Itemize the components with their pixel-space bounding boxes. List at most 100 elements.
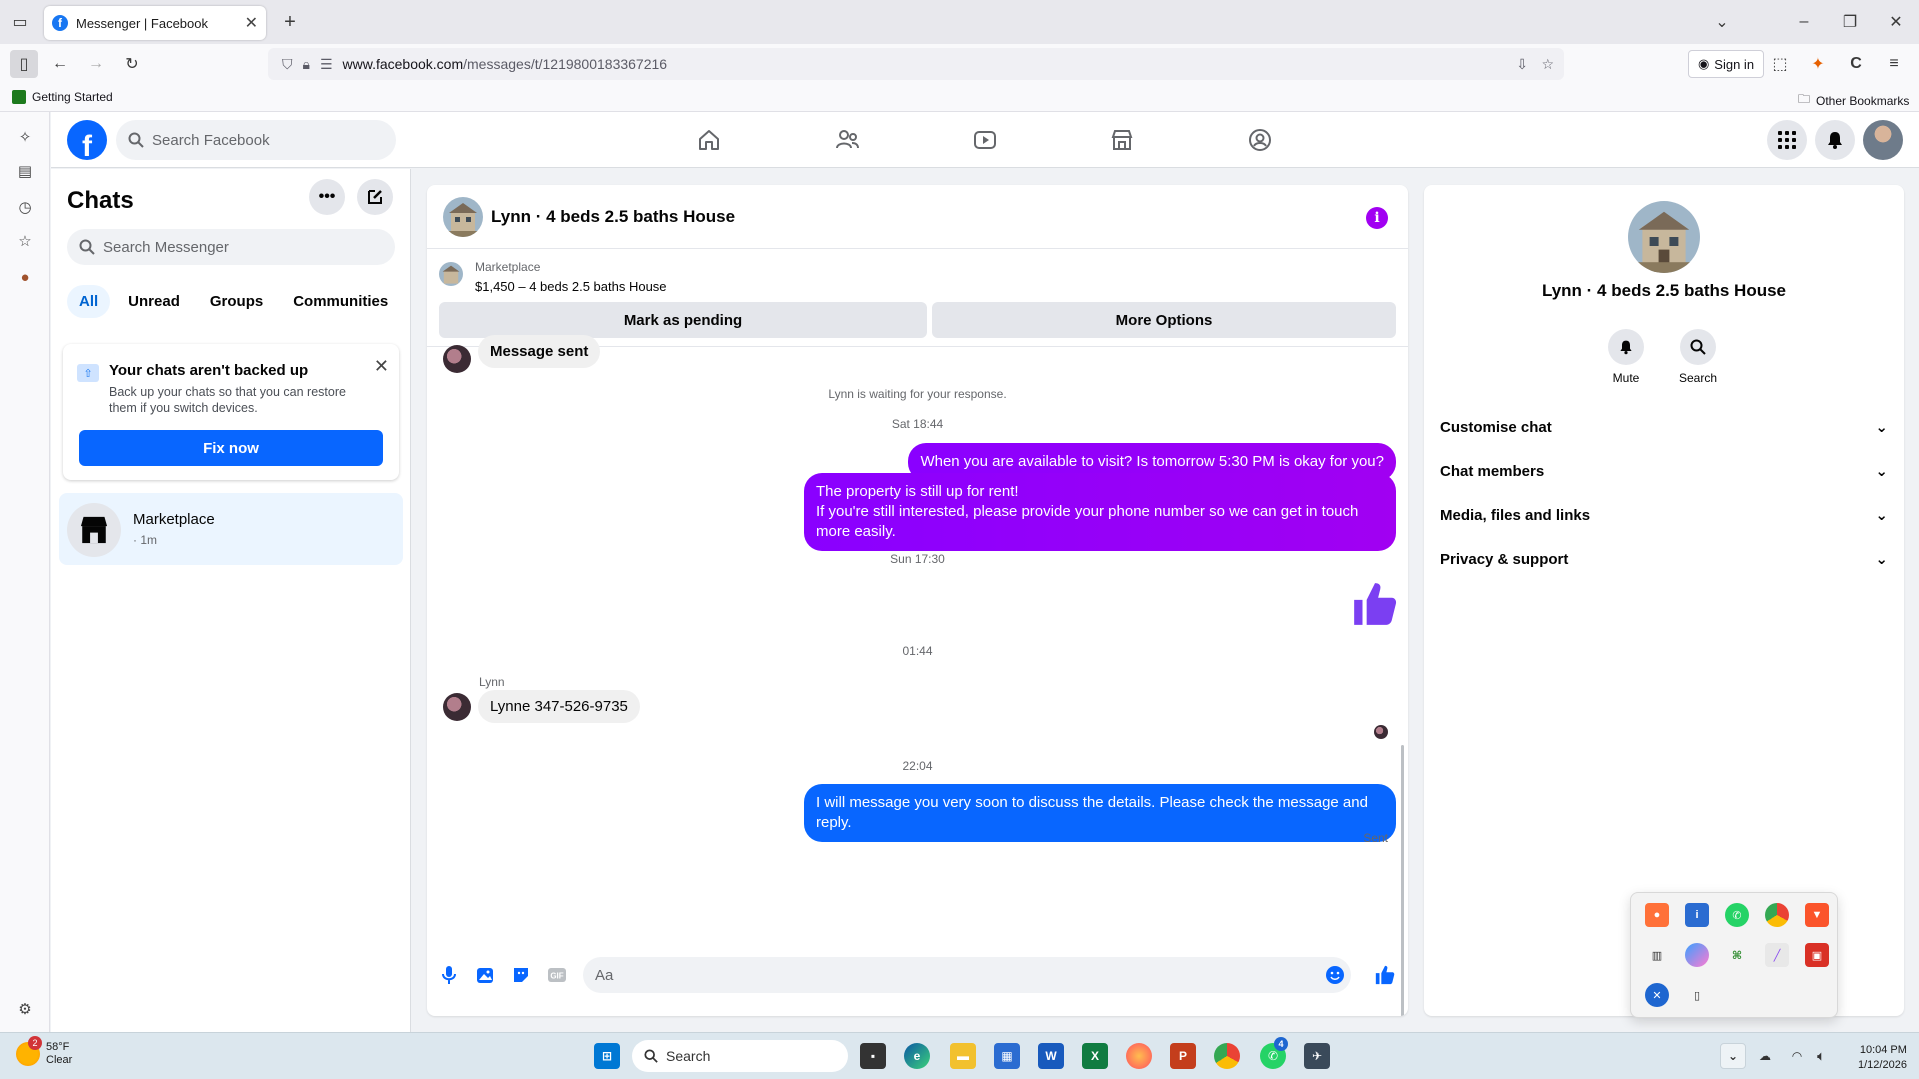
more-options-button[interactable]: More Options	[932, 302, 1396, 338]
listing-price[interactable]: $1,450 – 4 beds 2.5 baths House	[475, 279, 667, 294]
gaming-nav-icon[interactable]	[1244, 124, 1276, 156]
home-nav-icon[interactable]	[693, 124, 725, 156]
new-tab-icon[interactable]: +	[276, 8, 304, 36]
tray-whatsapp-icon[interactable]: ✆	[1725, 903, 1749, 927]
show-hidden-icons-chevron[interactable]: ⌄	[1720, 1043, 1746, 1069]
ai-sparkle-icon[interactable]: ✧	[14, 126, 36, 148]
microphone-icon[interactable]	[437, 963, 461, 987]
weather-widget[interactable]: 2 58°F Clear	[16, 1036, 72, 1067]
tray-chrome-icon[interactable]	[1765, 903, 1789, 927]
facebook-search-input[interactable]: Search Facebook	[116, 120, 396, 160]
file-explorer-icon[interactable]: ▬	[950, 1043, 976, 1069]
tray-pen-icon[interactable]: ╱	[1765, 943, 1789, 967]
firefox-icon[interactable]	[1126, 1043, 1152, 1069]
conversation-title[interactable]: Lynn · 4 beds 2.5 baths House	[491, 207, 735, 227]
filter-all[interactable]: All	[67, 285, 111, 318]
bookmark-other[interactable]: 🗀 Other Bookmarks	[1798, 90, 1909, 111]
shield-icon[interactable]: ⛉	[282, 56, 293, 73]
url-bar[interactable]: ⛉ 🔒︎ ☰ www.facebook.com/messages/t/12198…	[268, 48, 1564, 80]
forward-icon[interactable]: →	[82, 50, 110, 78]
new-message-button[interactable]	[357, 179, 393, 215]
mark-as-pending-button[interactable]: Mark as pending	[439, 302, 927, 338]
filter-unread[interactable]: Unread	[116, 285, 192, 318]
extension-c-icon[interactable]: C	[1842, 50, 1870, 78]
messenger-search-input[interactable]: Search Messenger	[67, 229, 395, 265]
chats-options-button[interactable]: •••	[309, 179, 345, 215]
section-privacy-support[interactable]: Privacy & support ⌄	[1440, 547, 1888, 571]
menu-icon[interactable]: ≡	[1880, 50, 1908, 78]
bookmark-star-icon[interactable]: ☆	[1541, 56, 1554, 73]
gif-icon[interactable]: GIF	[545, 963, 569, 987]
filter-communities[interactable]: Communities	[281, 285, 400, 318]
settings-gear-icon[interactable]: ⚙	[14, 998, 36, 1020]
sign-in-button[interactable]: ◉ Sign in	[1688, 50, 1764, 78]
extensions-icon[interactable]: ⬚	[1766, 50, 1794, 78]
tray-onedrive-icon[interactable]: ⌘	[1725, 943, 1749, 967]
permissions-icon[interactable]: ☰	[320, 56, 333, 73]
message-scrollbar[interactable]	[1401, 745, 1404, 1016]
tray-pdf-icon[interactable]: ▣	[1805, 943, 1829, 967]
sidebar-toggle-icon[interactable]: ▯	[10, 50, 38, 78]
listing-avatar[interactable]	[443, 197, 483, 237]
filter-groups[interactable]: Groups	[198, 285, 275, 318]
browser-tab[interactable]: f Messenger | Facebook ✕	[44, 6, 266, 40]
reload-icon[interactable]: ↻	[118, 50, 146, 78]
tray-clipboard-icon[interactable]: ▯	[1685, 983, 1709, 1007]
tray-defender-icon[interactable]: ✕	[1645, 983, 1669, 1007]
excel-icon[interactable]: X	[1082, 1043, 1108, 1069]
friends-nav-icon[interactable]	[831, 124, 863, 156]
tray-firefox-icon[interactable]: ●	[1645, 903, 1669, 927]
store-icon[interactable]: ▦	[994, 1043, 1020, 1069]
tray-usb-icon[interactable]: ▥	[1645, 943, 1669, 967]
emoji-icon[interactable]	[1323, 963, 1347, 987]
image-attach-icon[interactable]	[473, 963, 497, 987]
word-icon[interactable]: W	[1038, 1043, 1064, 1069]
mute-button[interactable]: Mute	[1596, 329, 1656, 385]
bookmark-getting-started[interactable]: Getting Started	[12, 90, 113, 104]
whatsapp-icon[interactable]: ✆ 4	[1260, 1037, 1288, 1069]
conversation-item[interactable]: Marketplace · 1m	[59, 493, 403, 565]
cookie-extension-icon[interactable]: ●	[14, 266, 36, 288]
task-view-icon[interactable]: ▪	[860, 1043, 886, 1069]
section-chat-members[interactable]: Chat members ⌄	[1440, 459, 1888, 483]
back-icon[interactable]: ←	[46, 50, 74, 78]
app-icon[interactable]: ✈	[1304, 1043, 1330, 1069]
marketplace-nav-icon[interactable]	[1106, 124, 1138, 156]
close-window-icon[interactable]: ✕	[1882, 8, 1910, 36]
chrome-icon[interactable]	[1214, 1043, 1240, 1069]
send-like-icon[interactable]	[1373, 963, 1397, 987]
lock-icon[interactable]: 🔒︎	[303, 56, 310, 73]
sticker-icon[interactable]	[509, 963, 533, 987]
tab-overflow-chevron-icon[interactable]: ⌄	[1708, 8, 1736, 36]
tray-brave-icon[interactable]: ▼	[1805, 903, 1829, 927]
restore-icon[interactable]: ❐	[1836, 8, 1864, 36]
minimize-icon[interactable]: –	[1790, 8, 1818, 36]
section-customise-chat[interactable]: Customise chat ⌄	[1440, 415, 1888, 439]
history-icon[interactable]: ◷	[14, 196, 36, 218]
tray-copilot-icon[interactable]	[1685, 943, 1709, 967]
bookmarks-star-icon[interactable]: ☆	[14, 230, 36, 252]
pocket-icon[interactable]: ▤	[14, 160, 36, 182]
start-windows-icon[interactable]: ⊞	[594, 1043, 620, 1069]
wifi-icon[interactable]: ◠	[1784, 1043, 1810, 1069]
search-in-chat-button[interactable]: Search	[1668, 329, 1728, 385]
taskbar-search[interactable]: Search	[632, 1040, 848, 1072]
tray-info-icon[interactable]: i	[1685, 903, 1709, 927]
notifications-button[interactable]	[1815, 120, 1855, 160]
watch-nav-icon[interactable]	[969, 124, 1001, 156]
facebook-logo-icon[interactable]: f	[67, 120, 107, 160]
profile-avatar[interactable]	[1863, 120, 1903, 160]
save-page-icon[interactable]: ⇩	[1516, 56, 1528, 73]
onedrive-offline-icon[interactable]: ☁	[1752, 1043, 1778, 1069]
info-icon[interactable]: i	[1366, 207, 1388, 229]
close-icon[interactable]: ✕	[374, 356, 389, 377]
section-media-files-links[interactable]: Media, files and links ⌄	[1440, 503, 1888, 527]
tab-list-icon[interactable]: ▭	[6, 8, 34, 36]
menu-grid-button[interactable]	[1767, 120, 1807, 160]
message-input[interactable]: Aa	[583, 957, 1351, 993]
tab-close-icon[interactable]: ✕	[245, 13, 258, 33]
edge-icon[interactable]: e	[904, 1043, 930, 1069]
extension-fox-icon[interactable]: ✦	[1804, 50, 1832, 78]
system-clock[interactable]: 10:04 PM 1/12/2026	[1858, 1043, 1907, 1073]
volume-icon[interactable]: 🔈︎	[1808, 1043, 1834, 1069]
